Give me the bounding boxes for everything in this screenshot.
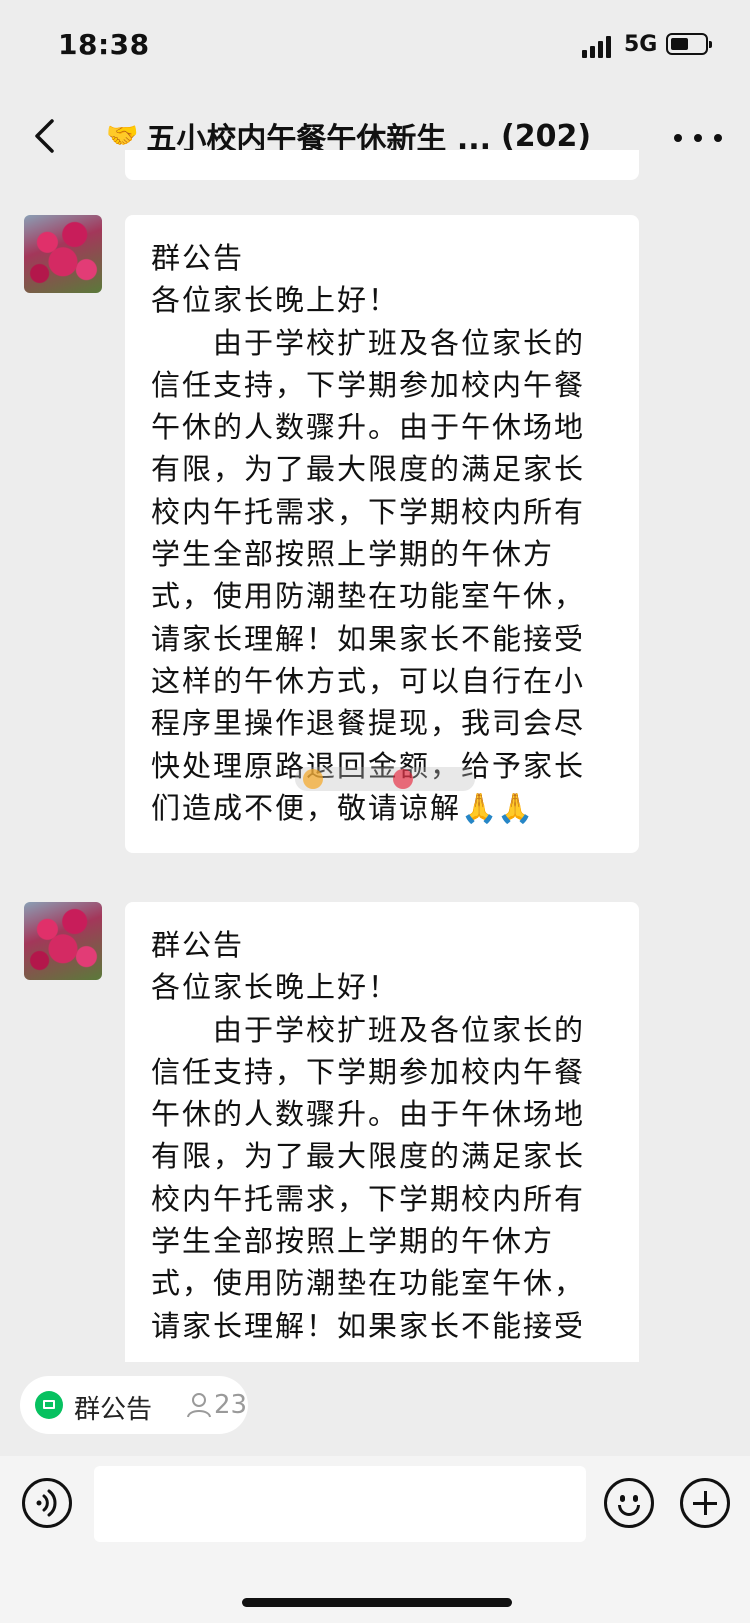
message-body: 由于学校扩班及各位家长的信任支持，下学期参加校内午餐午休的人数骤升。由于午休场地… xyxy=(151,325,586,825)
network-type: 5G xyxy=(624,32,658,57)
message-greeting: 各位家长晚上好！ xyxy=(151,970,400,1005)
message-input[interactable] xyxy=(94,1466,586,1542)
avatar[interactable] xyxy=(24,215,102,293)
group-notice-chip[interactable]: 群公告 23 xyxy=(20,1376,248,1434)
more-functions-button[interactable] xyxy=(680,1478,730,1528)
voice-icon xyxy=(36,1489,57,1517)
watermark xyxy=(295,767,475,791)
notice-icon xyxy=(35,1391,63,1419)
status-time: 18:38 xyxy=(58,28,150,61)
chevron-left-icon xyxy=(35,119,54,153)
avatar[interactable] xyxy=(24,902,102,980)
voice-button[interactable] xyxy=(22,1478,72,1528)
emoji-button[interactable] xyxy=(604,1478,654,1528)
battery-icon xyxy=(666,33,712,55)
input-bar xyxy=(0,1456,750,1623)
previous-message-bubble xyxy=(125,150,639,180)
message-heading: 群公告 xyxy=(151,241,245,275)
pray-hands-icon: 🙏🙏 xyxy=(461,790,534,825)
notice-label: 群公告 xyxy=(74,1395,153,1425)
message-greeting: 各位家长晚上好！ xyxy=(151,283,400,318)
more-icon xyxy=(674,134,682,142)
handshake-icon: 🤝 xyxy=(106,121,139,151)
signal-icon xyxy=(582,34,614,58)
more-options-button[interactable] xyxy=(668,114,728,158)
notice-read-count: 23 xyxy=(214,1390,248,1420)
member-count: (202) xyxy=(501,118,592,154)
status-bar: 18:38 5G xyxy=(0,0,750,96)
message-body: 由于学校扩班及各位家长的信任支持，下学期参加校内午餐午休的人数骤升。由于午休场地… xyxy=(151,1012,586,1343)
message-heading: 群公告 xyxy=(151,928,245,962)
back-button[interactable] xyxy=(22,106,82,166)
message-bubble[interactable]: 群公告 各位家长晚上好！ 由于学校扩班及各位家长的信任支持，下学期参加校内午餐午… xyxy=(125,902,639,1362)
smiley-icon xyxy=(620,1495,625,1502)
home-indicator xyxy=(242,1598,512,1607)
user-icon xyxy=(187,1393,211,1418)
message-bubble[interactable]: 群公告 各位家长晚上好！ 由于学校扩班及各位家长的信任支持，下学期参加校内午餐午… xyxy=(125,215,639,854)
